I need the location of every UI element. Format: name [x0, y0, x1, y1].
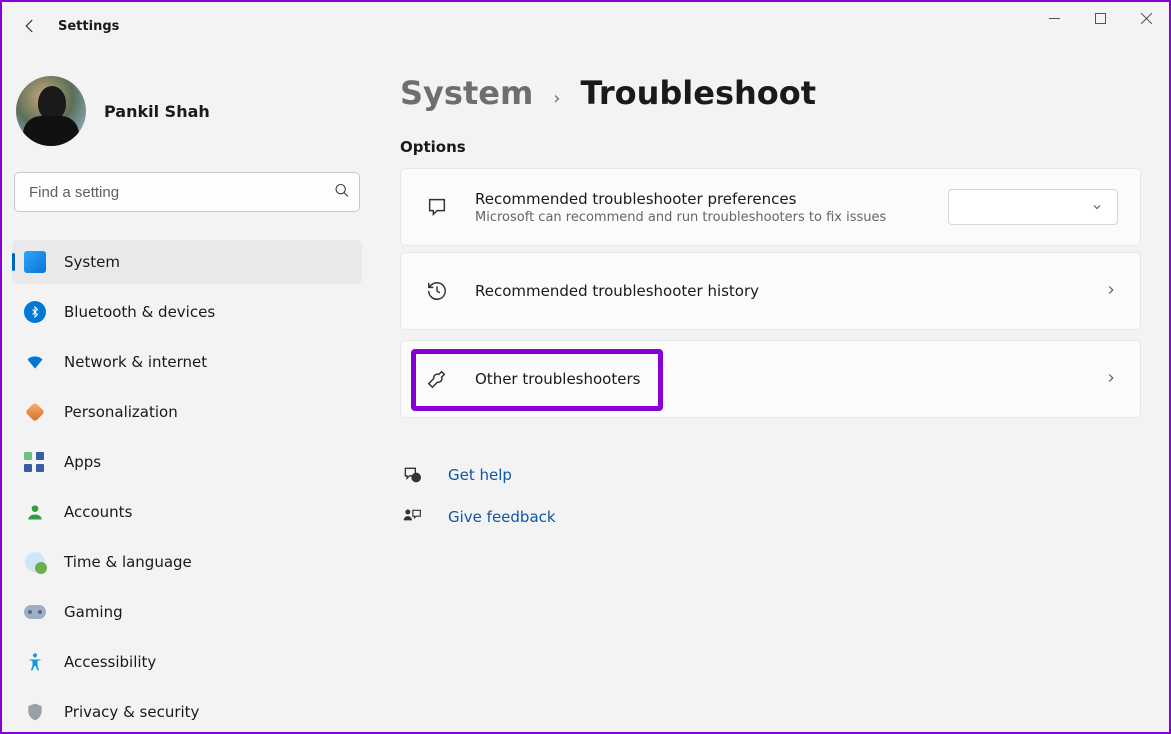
apps-icon [24, 451, 46, 473]
search-icon [334, 183, 350, 199]
time-language-icon [24, 551, 46, 573]
sidebar: Pankil Shah System Bluetooth & devices [2, 50, 372, 732]
card-troubleshooter-history[interactable]: Recommended troubleshooter history [400, 252, 1141, 330]
user-block[interactable]: Pankil Shah [12, 50, 362, 172]
give-feedback-link[interactable]: Give feedback [448, 508, 556, 526]
search-button[interactable] [334, 183, 350, 202]
chevron-right-icon: › [553, 88, 560, 109]
feedback-icon [400, 507, 424, 527]
sidebar-item-label: Privacy & security [64, 703, 199, 721]
sidebar-item-privacy[interactable]: Privacy & security [12, 690, 362, 734]
sidebar-item-label: System [64, 253, 120, 271]
chevron-right-icon [1104, 370, 1118, 389]
sidebar-item-label: Accessibility [64, 653, 156, 671]
card-title: Recommended troubleshooter history [475, 282, 1080, 300]
sidebar-item-label: Network & internet [64, 353, 207, 371]
preferences-dropdown[interactable] [948, 189, 1118, 225]
sidebar-item-system[interactable]: System [12, 240, 362, 284]
wifi-icon [24, 351, 46, 373]
main-content: System › Troubleshoot Options Recommende… [372, 50, 1169, 732]
get-help-link[interactable]: Get help [448, 466, 512, 484]
sidebar-item-label: Personalization [64, 403, 178, 421]
help-links: ? Get help Give feedback [400, 454, 1141, 538]
sidebar-item-label: Bluetooth & devices [64, 303, 215, 321]
breadcrumb-parent[interactable]: System [400, 74, 533, 112]
avatar [16, 76, 86, 146]
sidebar-item-time-language[interactable]: Time & language [12, 540, 362, 584]
section-heading: Options [400, 138, 1141, 156]
card-recommended-preferences[interactable]: Recommended troubleshooter preferences M… [400, 168, 1141, 246]
minimize-icon [1049, 13, 1060, 24]
sidebar-item-network[interactable]: Network & internet [12, 340, 362, 384]
get-help-row: ? Get help [400, 454, 1141, 496]
privacy-icon [24, 701, 46, 723]
help-icon: ? [400, 465, 424, 485]
sidebar-item-apps[interactable]: Apps [12, 440, 362, 484]
sidebar-item-bluetooth[interactable]: Bluetooth & devices [12, 290, 362, 334]
history-icon [423, 280, 451, 302]
sidebar-item-accounts[interactable]: Accounts [12, 490, 362, 534]
titlebar: Settings [2, 2, 1169, 50]
accessibility-icon [24, 651, 46, 673]
give-feedback-row: Give feedback [400, 496, 1141, 538]
chevron-right-icon [1104, 282, 1118, 301]
sidebar-item-label: Gaming [64, 603, 123, 621]
close-button[interactable] [1123, 2, 1169, 34]
search-wrapper [14, 172, 360, 212]
card-subtitle: Microsoft can recommend and run troubles… [475, 210, 924, 225]
breadcrumb: System › Troubleshoot [400, 74, 1141, 112]
search-input[interactable] [14, 172, 360, 212]
sidebar-item-label: Apps [64, 453, 101, 471]
back-button[interactable] [10, 6, 50, 46]
card-other-troubleshooters[interactable]: Other troubleshooters [400, 340, 1141, 418]
window-title: Settings [58, 19, 119, 34]
window-controls [1031, 2, 1169, 34]
gaming-icon [24, 601, 46, 623]
accounts-icon [24, 501, 46, 523]
breadcrumb-current: Troubleshoot [581, 74, 817, 112]
back-arrow-icon [21, 17, 39, 35]
close-icon [1141, 13, 1152, 24]
sidebar-item-label: Time & language [64, 553, 192, 571]
card-title: Recommended troubleshooter preferences [475, 190, 924, 208]
sidebar-item-gaming[interactable]: Gaming [12, 590, 362, 634]
bluetooth-icon [24, 301, 46, 323]
sidebar-item-personalization[interactable]: Personalization [12, 390, 362, 434]
maximize-button[interactable] [1077, 2, 1123, 34]
sidebar-item-label: Accounts [64, 503, 132, 521]
chevron-down-icon [1091, 201, 1103, 213]
maximize-icon [1095, 13, 1106, 24]
minimize-button[interactable] [1031, 2, 1077, 34]
wrench-icon [423, 368, 451, 390]
sidebar-item-accessibility[interactable]: Accessibility [12, 640, 362, 684]
sidebar-nav: System Bluetooth & devices Network & int… [12, 240, 362, 734]
personalization-icon [24, 401, 46, 423]
svg-text:?: ? [415, 476, 418, 482]
system-icon [24, 251, 46, 273]
user-name: Pankil Shah [104, 102, 210, 121]
card-title: Other troubleshooters [475, 370, 1080, 388]
chat-icon [423, 196, 451, 218]
